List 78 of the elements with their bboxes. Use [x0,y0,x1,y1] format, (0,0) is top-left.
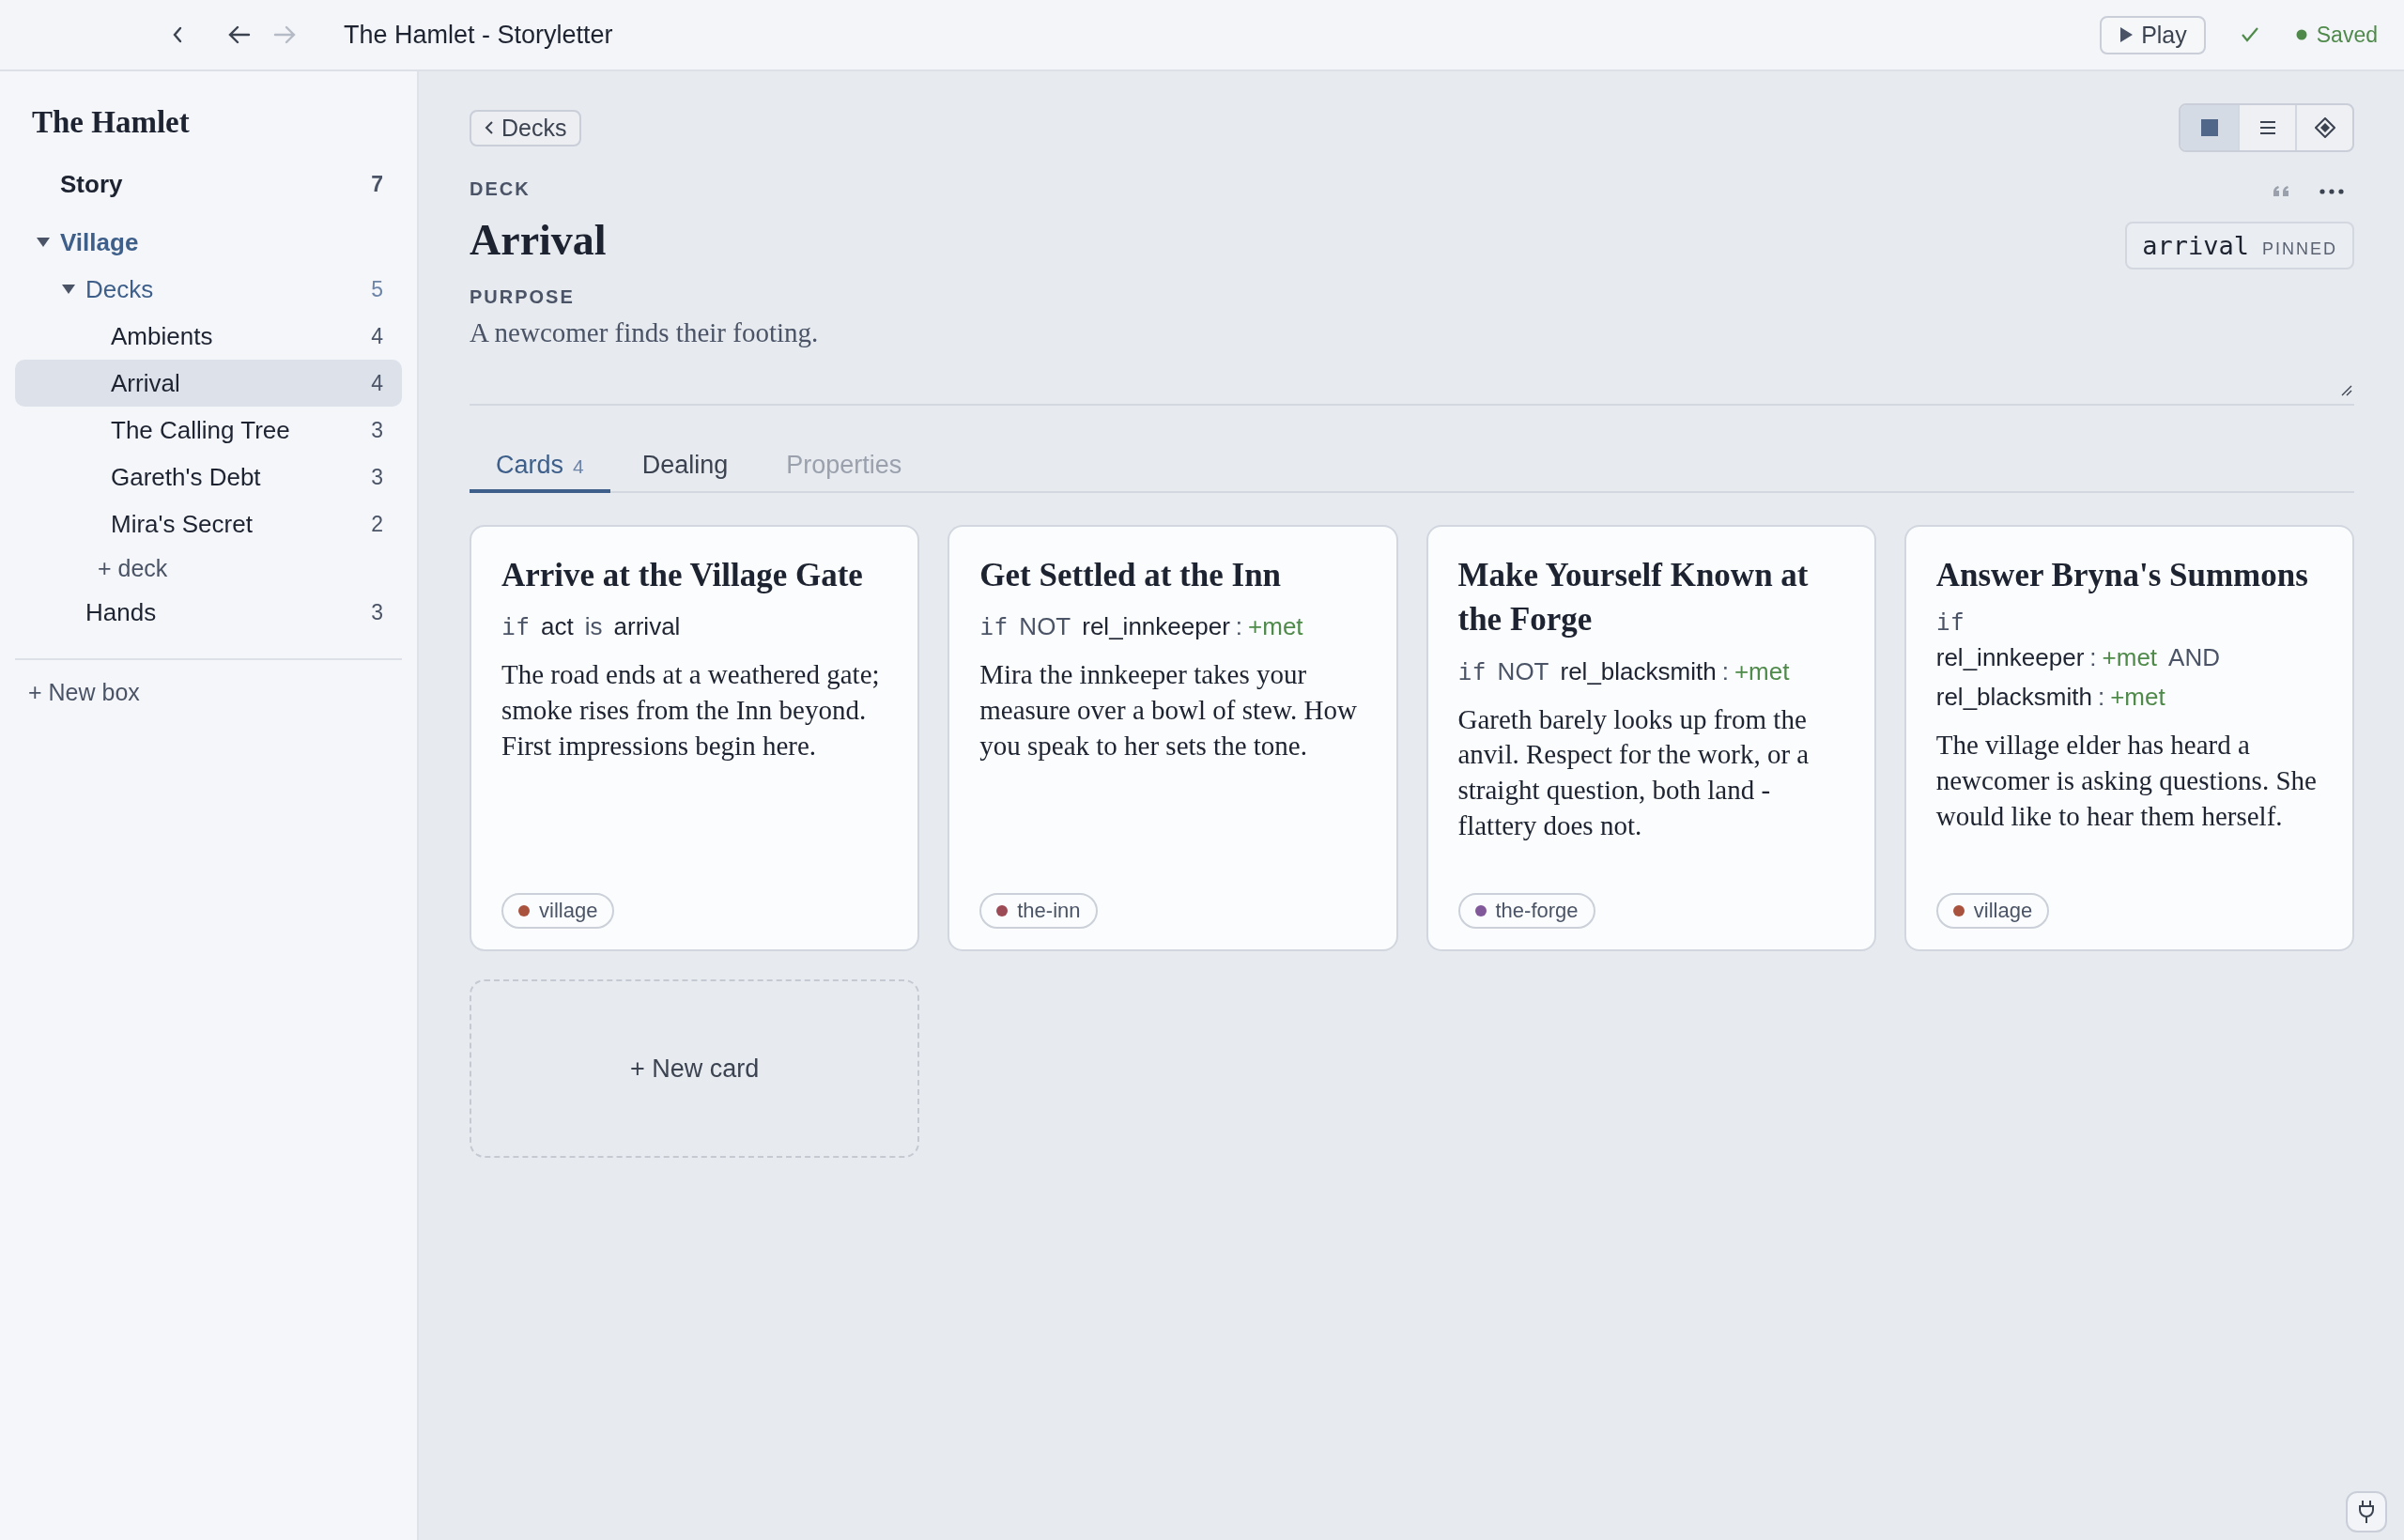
plug-icon [2358,1500,2375,1524]
value-text: +met [2110,682,2165,714]
story-card[interactable]: Get Settled at the Inn if NOT rel_innkeeper : +met Mira the innkeeper takes your measure over a bowl of stew. How you speak to her sets the tone. the-inn [948,525,1398,951]
value-text: +met [2102,642,2158,674]
operator: is [584,611,603,643]
tag-chip[interactable]: village [501,893,615,929]
sidebar-item[interactable]: Mira's Secret 2 [15,500,402,547]
back-arrow-icon[interactable] [227,24,252,45]
plug-button[interactable] [2346,1491,2387,1532]
purpose-label: PURPOSE [470,286,576,308]
card-description: The village elder has heard a newcomer is asking questions. She would like to hear them herself. [1935,729,2318,833]
sidebar-item[interactable]: Hands 3 [15,589,402,636]
expanded-caret-icon[interactable] [36,237,51,248]
operator: AND [2168,642,2220,674]
chevron-left-icon [485,120,494,135]
separator: : [2089,642,2097,674]
tag-chip[interactable]: the-inn [979,893,1098,929]
keyword: if [979,613,1009,641]
variable-name: arrival [613,611,681,643]
card-title: Answer Bryna's Summons [1935,556,2309,595]
deck-key: arrival [2142,231,2249,260]
variable-name: rel_innkeeper [1082,611,1230,643]
separator: : [1235,611,1243,643]
variable-name: rel_blacksmith [1935,682,2092,714]
sidebar-item[interactable]: The Calling Tree 3 [15,407,402,454]
value-text: +met [1734,655,1790,687]
sidebar-item[interactable]: Ambients 4 [15,313,402,360]
play-icon [2119,26,2134,43]
window-title: The Hamlet - Storyletter [344,20,613,50]
story-card[interactable]: Make Yourself Known at the Forge if NOT rel_blacksmith : +met Gareth barely looks up from the anvil. Respect for the work, or a straight question, both land - flattery does not. the-forge [1425,525,1876,951]
card-title: Make Yourself Known at the Forge [1457,556,1810,640]
card-title: Arrive at the Village Gate [501,556,864,595]
variable-name: act [541,611,574,643]
operator: NOT [1019,611,1071,643]
deck-title: Arrival [470,215,607,265]
checkmark-icon [2239,25,2260,44]
more-icon[interactable] [2319,188,2345,195]
value-text: +met [1248,611,1303,643]
sidebar-item[interactable]: Story 7 [15,161,402,208]
expanded-caret-icon[interactable] [61,284,76,295]
story-card[interactable]: Answer Bryna's Summons if rel_innkeeper : +met AND rel_blacksmith : +met The village elder has heard a newcomer is asking questions. She would like to hear them herself. village [1903,525,2354,951]
separator: : [1721,655,1729,687]
tag-chip[interactable]: the-forge [1457,893,1595,929]
card-description: The road ends at a weathered gate; smoke rises from the Inn beyond. First impressions begin here. [501,658,881,762]
status-dot-icon [2295,29,2307,40]
back-button[interactable]: Decks [470,109,582,146]
chevron-left-icon[interactable] [171,24,184,45]
tag-chip[interactable]: village [1935,893,2050,929]
new-card-button[interactable]: + New card [470,979,920,1158]
sidebar-item[interactable]: Decks 5 [15,266,402,313]
operator: NOT [1497,655,1549,687]
lines-icon [2258,120,2277,135]
section-label: DECK [470,178,532,200]
tab[interactable]: Cards 4 [470,445,610,493]
purpose-field[interactable]: A newcomer finds their footing. [470,308,2354,406]
card-description: Mira the innkeeper takes your measure over a bowl of stew. How you speak to her sets the tone. [979,658,1358,762]
pinned-label: PINNED [2262,239,2337,259]
card-description: Gareth barely looks up from the anvil. Respect for the work, or a straight question, both land - flattery does not. [1457,702,1811,842]
separator: : [2097,682,2105,714]
variable-name: rel_blacksmith [1560,655,1717,687]
add-deck-link[interactable]: + deck [98,554,168,582]
sidebar-item[interactable]: Arrival 4 [15,360,402,407]
keyword: if [1457,657,1487,685]
keyword: if [501,613,531,641]
keyword: if [1935,608,1965,637]
card-title: Get Settled at the Inn [979,556,1283,595]
story-card[interactable]: Arrive at the Village Gate if act is arrival The road ends at a weathered gate; smoke rises from the Inn beyond. First impressions begin here. village [470,525,920,951]
saved-status: Saved [2316,22,2378,48]
project-title: The Hamlet [31,105,191,140]
new-box-link[interactable]: + New box [28,678,140,706]
variable-name: rel_innkeeper [1935,642,2085,674]
play-button[interactable]: Play [2100,15,2206,54]
diamond-icon [2314,117,2335,138]
tab[interactable]: Dealing [615,445,755,493]
sidebar-item[interactable]: Gareth's Debt 3 [15,454,402,500]
grid-view-button[interactable] [2181,105,2238,150]
square-icon [2199,118,2219,137]
sidebar-item[interactable]: Village [15,219,402,266]
